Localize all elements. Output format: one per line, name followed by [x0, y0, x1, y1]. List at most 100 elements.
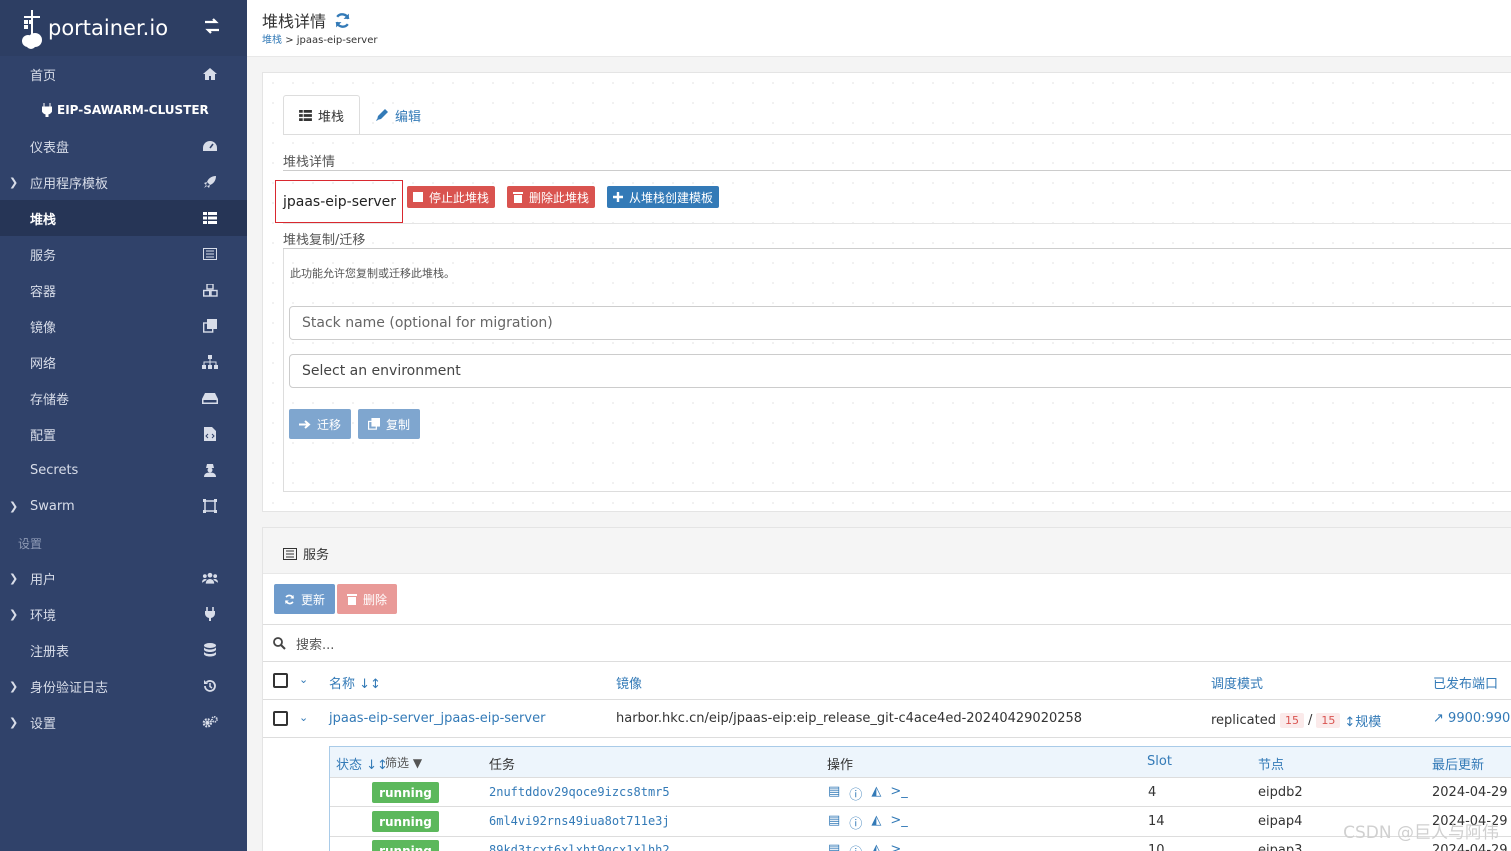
tab-stack[interactable]: 堆栈 — [283, 95, 361, 135]
task-column-status[interactable]: 状态 ↓↕ — [336, 754, 388, 773]
page-title: 堆栈详情 — [262, 8, 351, 32]
task-id-link[interactable]: 2nuftddov29qoce9izcs8tmr5 — [489, 785, 670, 799]
file-text-icon[interactable]: ▤ — [828, 784, 840, 803]
sidebar-item-configs[interactable]: 配置 — [0, 416, 247, 452]
breadcrumb: 堆栈 > jpaas-eip-server — [262, 31, 378, 46]
external-link-icon: ↗ — [1433, 711, 1444, 726]
portainer-logo[interactable]: portainer.io — [20, 8, 168, 49]
column-ports[interactable]: 已发布端口 — [1433, 673, 1498, 692]
chevron-down-icon[interactable]: ⌄ — [299, 711, 308, 724]
task-node: eipap4 — [1258, 814, 1303, 829]
sidebar-item-label: EIP-SAWARM-CLUSTER — [57, 103, 209, 117]
sidebar-item-label: 首页 — [30, 68, 57, 84]
copy-button[interactable]: 复制 — [358, 409, 421, 439]
remove-services-button[interactable]: 删除 — [337, 584, 398, 614]
divider — [283, 170, 1511, 171]
object-group-icon — [202, 498, 218, 514]
sidebar-item-label: Swarm — [30, 498, 75, 514]
migrate-box: 此功能允许您复制或迁移此堆栈。 Stack name (optional for… — [283, 249, 1511, 492]
migrate-button[interactable]: 迁移 — [289, 409, 352, 439]
migrate-title: 堆栈复制/迁移 — [283, 233, 366, 248]
area-chart-icon[interactable]: ◭ — [871, 842, 881, 851]
plus-icon — [613, 192, 623, 202]
refresh-icon[interactable] — [334, 12, 351, 29]
area-chart-icon[interactable]: ◭ — [871, 813, 881, 832]
sidebar-item-environments[interactable]: ❯ 环境 — [0, 596, 247, 632]
service-row-checkbox[interactable] — [273, 711, 288, 726]
sidebar-item-stacks[interactable]: 堆栈 — [0, 200, 247, 236]
breadcrumb-link-stacks[interactable]: 堆栈 — [262, 35, 282, 46]
column-name-label: 名称 — [329, 677, 356, 692]
chevron-right-icon: ❯ — [9, 571, 19, 585]
select-all-checkbox[interactable] — [273, 673, 288, 688]
sidebar-item-home[interactable]: 首页 — [0, 56, 247, 92]
terminal-icon[interactable]: >_ — [890, 842, 907, 851]
task-slot: 4 — [1148, 785, 1157, 800]
sidebar-item-settings[interactable]: ❯ 设置 — [0, 704, 247, 740]
task-column-slot[interactable]: Slot — [1147, 754, 1172, 769]
published-port-link[interactable]: ↗ 9900:9900 — [1433, 711, 1511, 726]
sidebar-toggle-icon[interactable] — [203, 18, 221, 34]
stop-icon — [413, 192, 423, 202]
tab-edit[interactable]: 编辑 — [360, 95, 436, 135]
update-services-button[interactable]: 更新 — [274, 584, 336, 614]
task-column-updated[interactable]: 最后更新 — [1432, 754, 1484, 773]
column-mode[interactable]: 调度模式 — [1211, 673, 1263, 692]
services-search[interactable]: 搜索... — [263, 624, 1511, 662]
sidebar-item-containers[interactable]: 容器 — [0, 272, 247, 308]
tasks-subtable: 状态 ↓↕ 筛选 ▼ 任务 操作 Slot 节点 最后更新 running 2n… — [329, 746, 1511, 851]
task-node: eipap3 — [1258, 843, 1303, 851]
sidebar-item-swarm[interactable]: ❯ Swarm — [0, 488, 247, 524]
cubes-icon — [202, 282, 218, 298]
sidebar-item-label: Secrets — [30, 462, 79, 478]
sidebar-item-dashboard[interactable]: 仪表盘 — [0, 128, 247, 164]
update-services-label: 更新 — [301, 592, 326, 607]
task-status-badge: running — [372, 840, 439, 851]
service-name-link[interactable]: jpaas-eip-server_jpaas-eip-server — [329, 711, 545, 726]
create-template-button[interactable]: 从堆栈创建模板 — [607, 186, 720, 208]
sidebar-item-images[interactable]: 镜像 — [0, 308, 247, 344]
terminal-icon[interactable]: >_ — [890, 813, 907, 832]
sidebar-item-users[interactable]: ❯ 用户 — [0, 560, 247, 596]
sidebar-item-services[interactable]: 服务 — [0, 236, 247, 272]
task-id-link[interactable]: 6ml4vi92rns49iua8ot711e3j — [489, 814, 670, 828]
sidebar-item-registries[interactable]: 注册表 — [0, 632, 247, 668]
task-actions: ▤ ⓘ ◭ >_ — [828, 784, 908, 803]
sidebar-item-auth-logs[interactable]: ❯ 身份验证日志 — [0, 668, 247, 704]
stack-details-panel: 堆栈 编辑 堆栈详情 jpaas-eip-server 停止此堆栈 删除此堆栈 … — [262, 72, 1511, 512]
stack-name-input[interactable]: Stack name (optional for migration) — [289, 306, 1511, 340]
task-id-link[interactable]: 89kd3tcxt6xlxht9gcx1xlhh2 — [489, 843, 670, 851]
total-count-badge: 15 — [1316, 713, 1341, 728]
published-port-text: 9900:9900 — [1448, 711, 1511, 726]
info-circle-icon[interactable]: ⓘ — [849, 784, 862, 803]
task-filter-button[interactable]: 筛选 ▼ — [385, 754, 422, 771]
file-text-icon[interactable]: ▤ — [828, 842, 840, 851]
task-column-actions: 操作 — [827, 758, 854, 773]
scale-button[interactable]: ↕规模 — [1344, 711, 1381, 730]
chevron-down-icon[interactable]: ⌄ — [299, 673, 308, 686]
delete-stack-button[interactable]: 删除此堆栈 — [507, 186, 596, 208]
task-column-node[interactable]: 节点 — [1258, 754, 1284, 773]
sidebar-item-app-templates[interactable]: ❯ 应用程序模板 — [0, 164, 247, 200]
breadcrumb-current: jpaas-eip-server — [296, 35, 378, 46]
column-image[interactable]: 镜像 — [616, 673, 642, 692]
brand-bar: portainer.io — [0, 0, 247, 56]
divider — [263, 737, 1511, 738]
task-status-badge: running — [372, 811, 439, 832]
divider — [263, 699, 1511, 700]
sidebar-item-secrets[interactable]: Secrets — [0, 452, 247, 488]
file-text-icon[interactable]: ▤ — [828, 813, 840, 832]
column-name[interactable]: 名称 ↓↕ — [329, 673, 381, 692]
terminal-icon[interactable]: >_ — [890, 784, 907, 803]
sidebar-item-networks[interactable]: 网络 — [0, 344, 247, 380]
sidebar-item-label: 网络 — [30, 356, 57, 372]
environment-select[interactable]: Select an environment — [289, 354, 1511, 388]
th-list-icon — [299, 110, 312, 121]
task-column-status-label: 状态 — [336, 758, 363, 773]
info-circle-icon[interactable]: ⓘ — [849, 842, 862, 851]
sidebar-item-volumes[interactable]: 存储卷 — [0, 380, 247, 416]
area-chart-icon[interactable]: ◭ — [871, 784, 881, 803]
divider — [283, 223, 1511, 224]
info-circle-icon[interactable]: ⓘ — [849, 813, 862, 832]
stop-stack-button[interactable]: 停止此堆栈 — [407, 186, 496, 208]
